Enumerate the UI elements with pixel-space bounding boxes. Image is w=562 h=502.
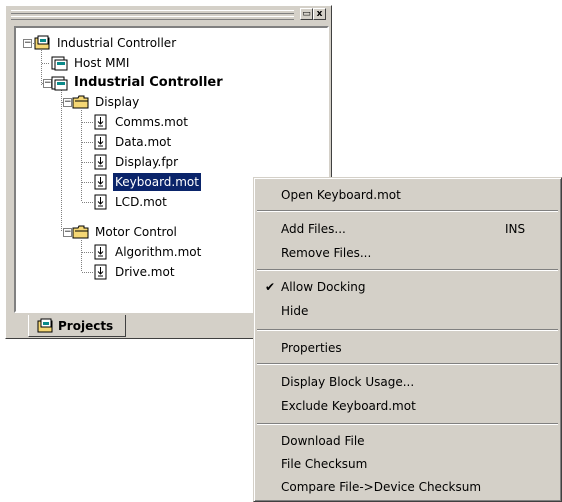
file-icon (94, 194, 107, 210)
tree-node-label: Display (95, 95, 140, 109)
file-icon (94, 154, 107, 170)
tree-node-file[interactable]: Display.fpr (92, 153, 180, 171)
tree-node-label: Drive.mot (115, 265, 175, 279)
tree-node-file[interactable]: Data.mot (92, 133, 173, 151)
tree-node-label: Host MMI (74, 56, 130, 70)
menu-item-label: Compare File->Device Checksum (281, 480, 482, 494)
menu-item-exclude[interactable]: Exclude Keyboard.mot (257, 395, 558, 417)
menu-shortcut: INS (505, 222, 526, 236)
checkmark-icon: ✔ (265, 280, 276, 294)
menu-item-label: Allow Docking (281, 280, 366, 294)
expander-root[interactable]: − (23, 39, 32, 48)
tree-node-label: Keyboard.mot (113, 173, 201, 191)
restore-button[interactable]: ▭ (300, 8, 313, 20)
expander-display[interactable]: − (63, 98, 72, 107)
menu-separator (257, 329, 558, 331)
context-menu: Open Keyboard.mot Add Files... INS Remove… (253, 177, 562, 502)
close-icon: x (316, 9, 323, 19)
menu-separator (257, 423, 558, 425)
tab-label: Projects (58, 318, 114, 333)
menu-separator (257, 210, 558, 212)
folder-icon (72, 95, 89, 109)
tree-node-label: Industrial Controller (74, 75, 223, 90)
tree-node-file-selected[interactable]: Keyboard.mot (92, 173, 201, 191)
menu-item-label: Add Files... (281, 222, 346, 236)
tree-node-label: Motor Control (95, 225, 177, 239)
tree-node-label: Industrial Controller (57, 36, 177, 50)
tree-node-display[interactable]: Display (72, 93, 141, 111)
restore-icon: ▭ (302, 9, 311, 19)
tree-node-host-mmi[interactable]: Host MMI (51, 54, 131, 72)
tree-node-label: Comms.mot (115, 115, 188, 129)
minus-icon: − (64, 227, 72, 237)
workspace-icon (34, 35, 50, 50)
tree-node-file[interactable]: Drive.mot (92, 263, 177, 281)
menu-item-label: Open Keyboard.mot (281, 188, 401, 202)
menu-item-label: Exclude Keyboard.mot (281, 399, 416, 413)
project-icon (51, 56, 68, 71)
menu-item-file-checksum[interactable]: File Checksum (257, 453, 558, 475)
menu-item-display-block-usage[interactable]: Display Block Usage... (257, 371, 558, 393)
tree-node-file[interactable]: Comms.mot (92, 113, 190, 131)
tree-node-file[interactable]: Algorithm.mot (92, 243, 203, 261)
menu-item-open[interactable]: Open Keyboard.mot (257, 184, 558, 206)
menu-item-label: Display Block Usage... (281, 375, 415, 389)
project-icon (51, 76, 68, 91)
menu-item-remove-files[interactable]: Remove Files... (257, 242, 558, 264)
tab-projects[interactable]: Projects (28, 315, 126, 337)
expander-motor-control[interactable]: − (63, 228, 72, 237)
menu-item-add-files[interactable]: Add Files... INS (257, 218, 558, 240)
menu-item-label: Download File (281, 434, 365, 448)
menu-item-label: File Checksum (281, 457, 368, 471)
minus-icon: − (64, 97, 72, 107)
menu-item-allow-docking[interactable]: ✔ Allow Docking (257, 276, 558, 298)
menu-item-label: Hide (281, 304, 309, 318)
close-button[interactable]: x (313, 8, 326, 20)
tree-node-label: Data.mot (115, 135, 172, 149)
folder-icon (72, 225, 89, 239)
tree-node-workspace[interactable]: Industrial Controller (34, 34, 178, 52)
menu-item-hide[interactable]: Hide (257, 300, 558, 322)
workspace-icon (37, 318, 53, 332)
file-icon (94, 244, 107, 260)
tree-node-label: Algorithm.mot (115, 245, 202, 259)
tree-node-label: LCD.mot (115, 195, 167, 209)
menu-item-download-file[interactable]: Download File (257, 430, 558, 452)
menu-item-label: Remove Files... (281, 246, 372, 260)
minus-icon: − (24, 38, 32, 48)
tree-node-industrial-controller[interactable]: Industrial Controller (51, 74, 225, 92)
menu-item-label: Properties (281, 341, 342, 355)
menu-separator (257, 363, 558, 365)
menu-separator (257, 269, 558, 271)
file-icon (94, 134, 107, 150)
panel-gripper[interactable] (11, 10, 294, 20)
tree-node-file[interactable]: LCD.mot (92, 193, 169, 211)
menu-item-properties[interactable]: Properties (257, 337, 558, 359)
tree-node-label: Display.fpr (115, 155, 179, 169)
file-icon (94, 264, 107, 280)
menu-item-compare-checksum[interactable]: Compare File->Device Checksum (257, 476, 558, 498)
file-icon (94, 174, 107, 190)
tree-node-motor-control[interactable]: Motor Control (72, 223, 179, 241)
file-icon (94, 114, 107, 130)
